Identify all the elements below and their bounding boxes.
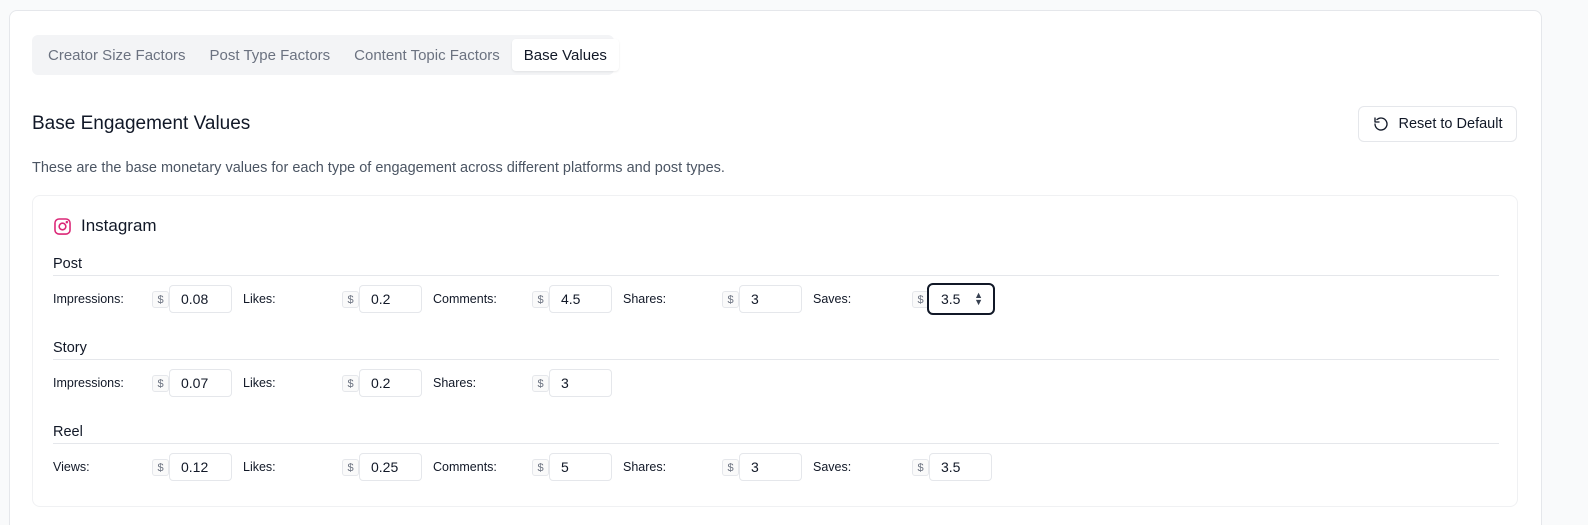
field-row: Impressions: $ 0.08 Likes: $ 0.2 Comment… bbox=[53, 276, 1499, 326]
group-title: Story bbox=[53, 340, 87, 356]
comments-input[interactable]: 4.5 bbox=[549, 285, 612, 313]
field-label: Impressions: bbox=[53, 376, 124, 390]
reset-label: Reset to Default bbox=[1398, 116, 1503, 132]
dollar-prefix: $ bbox=[152, 459, 169, 476]
field-label: Shares: bbox=[433, 376, 477, 390]
field-label: Likes: bbox=[243, 376, 276, 390]
field-row: Views: $ 0.12 Likes: $ 0.25 Comments: $ … bbox=[53, 444, 1499, 494]
impressions-input[interactable]: 0.08 bbox=[169, 285, 232, 313]
field-label: Impressions: bbox=[53, 292, 124, 306]
likes-input[interactable]: 0.2 bbox=[359, 369, 422, 397]
impressions-input[interactable]: 0.07 bbox=[169, 369, 232, 397]
reset-to-default-button[interactable]: Reset to Default bbox=[1358, 106, 1517, 142]
instagram-icon bbox=[54, 217, 71, 235]
comments-input[interactable]: 5 bbox=[549, 453, 612, 481]
shares-input[interactable]: 3 bbox=[549, 369, 612, 397]
group-title: Post bbox=[53, 256, 83, 272]
dollar-prefix: $ bbox=[722, 459, 739, 476]
saves-input[interactable]: 3.5 ▲ ▼ bbox=[927, 283, 995, 315]
shares-input[interactable]: 3 bbox=[739, 453, 802, 481]
dollar-prefix: $ bbox=[342, 375, 359, 392]
field-label: Comments: bbox=[433, 292, 497, 306]
dollar-prefix: $ bbox=[532, 459, 549, 476]
dollar-prefix: $ bbox=[532, 291, 549, 308]
dollar-prefix: $ bbox=[342, 459, 359, 476]
shares-input[interactable]: 3 bbox=[739, 285, 802, 313]
section-description: These are the base monetary values for e… bbox=[32, 160, 725, 176]
group-reel: Reel Views: $ 0.12 Likes: $ 0.25 Comment… bbox=[53, 421, 1499, 494]
field-label: Likes: bbox=[243, 460, 276, 474]
likes-input[interactable]: 0.25 bbox=[359, 453, 422, 481]
field-label: Likes: bbox=[243, 292, 276, 306]
tab-creator-size-factors[interactable]: Creator Size Factors bbox=[36, 39, 198, 71]
field-label: Saves: bbox=[813, 460, 852, 474]
field-label: Shares: bbox=[623, 460, 667, 474]
dollar-prefix: $ bbox=[912, 459, 929, 476]
platform-header: Instagram bbox=[53, 216, 157, 236]
tab-base-values[interactable]: Base Values bbox=[511, 39, 619, 71]
platform-name: Instagram bbox=[81, 216, 157, 235]
platform-card-instagram: Instagram Post Impressions: $ 0.08 Likes… bbox=[32, 195, 1518, 507]
field-label: Comments: bbox=[433, 460, 497, 474]
section-title: Base Engagement Values bbox=[32, 113, 251, 134]
factor-tabs: Creator Size Factors Post Type Factors C… bbox=[32, 35, 619, 75]
saves-input[interactable]: 3.5 bbox=[929, 453, 992, 481]
dollar-prefix: $ bbox=[532, 375, 549, 392]
dollar-prefix: $ bbox=[722, 291, 739, 308]
field-label: Views: bbox=[53, 460, 90, 474]
tab-post-type-factors[interactable]: Post Type Factors bbox=[198, 39, 343, 71]
dollar-prefix: $ bbox=[152, 291, 169, 308]
field-row: Impressions: $ 0.07 Likes: $ 0.2 Shares:… bbox=[53, 360, 1499, 410]
field-label: Saves: bbox=[813, 292, 852, 306]
number-spinner-icon[interactable]: ▲ ▼ bbox=[974, 291, 987, 307]
likes-input[interactable]: 0.2 bbox=[359, 285, 422, 313]
field-label: Shares: bbox=[623, 292, 667, 306]
dollar-prefix: $ bbox=[342, 291, 359, 308]
group-post: Post Impressions: $ 0.08 Likes: $ 0.2 Co… bbox=[53, 253, 1499, 326]
tab-content-topic-factors[interactable]: Content Topic Factors bbox=[342, 39, 512, 71]
views-input[interactable]: 0.12 bbox=[169, 453, 232, 481]
reset-icon bbox=[1373, 117, 1388, 131]
group-title: Reel bbox=[53, 424, 83, 440]
group-story: Story Impressions: $ 0.07 Likes: $ 0.2 S… bbox=[53, 337, 1499, 410]
dollar-prefix: $ bbox=[152, 375, 169, 392]
